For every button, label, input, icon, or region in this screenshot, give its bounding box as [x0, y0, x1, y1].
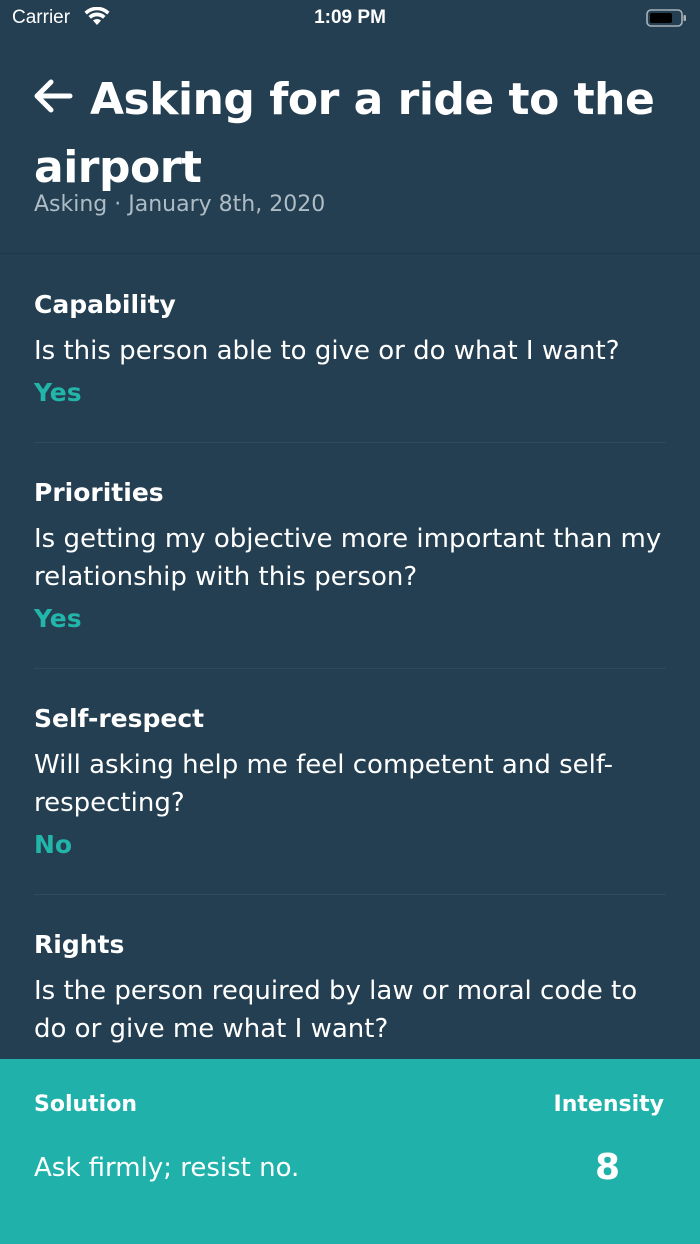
- page-title: Asking for a ride to the airport: [34, 74, 655, 193]
- question-text: Is this person able to give or do what I…: [34, 336, 620, 366]
- clock: 1:09 PM: [314, 7, 386, 28]
- question-title: Priorities: [34, 478, 164, 507]
- question-title: Self-respect: [34, 704, 205, 733]
- divider: [34, 894, 666, 895]
- question-answer: Yes: [34, 378, 82, 407]
- question-title: Capability: [34, 290, 176, 319]
- question-text: Will asking help me feel competent and s…: [34, 750, 613, 818]
- status-bar: Carrier 1:09 PM: [0, 0, 700, 38]
- intensity-value: 8: [594, 1147, 620, 1188]
- question-text: Is getting my objective more important t…: [34, 524, 662, 592]
- solution-label: Solution: [34, 1092, 137, 1117]
- battery-icon: [646, 9, 686, 27]
- divider: [34, 668, 666, 669]
- question-text: Is the person required by law or moral c…: [34, 976, 638, 1044]
- intensity-label: Intensity: [553, 1092, 664, 1117]
- divider: [34, 442, 666, 443]
- page-subtitle: Asking · January 8th, 2020: [34, 192, 326, 217]
- question-answer: Yes: [34, 604, 82, 633]
- page-header: Asking for a ride to the airport Asking …: [0, 38, 700, 254]
- solution-bar: Solution Intensity Ask firmly; resist no…: [0, 1059, 700, 1244]
- solution-text: Ask firmly; resist no.: [34, 1153, 300, 1183]
- question-answer: No: [34, 830, 73, 859]
- question-title: Rights: [34, 930, 125, 959]
